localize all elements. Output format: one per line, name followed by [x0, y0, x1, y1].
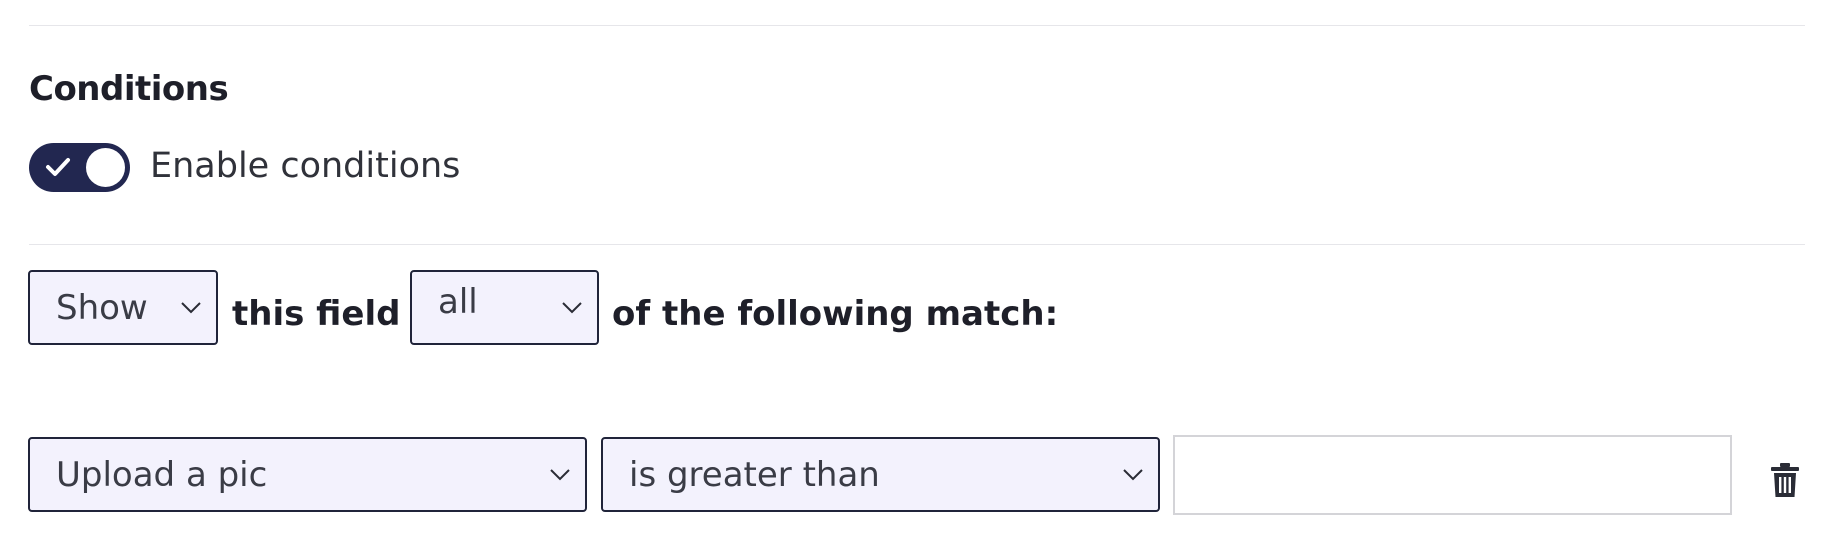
following-match-text: of the following match:: [612, 294, 1059, 334]
enable-conditions-label[interactable]: Enable conditions: [150, 142, 460, 190]
condition-operator-select[interactable]: is greater than: [601, 437, 1160, 512]
chevron-down-icon: [1123, 468, 1143, 480]
conditions-heading: Conditions: [29, 69, 229, 109]
trash-icon[interactable]: [1770, 462, 1800, 498]
action-select[interactable]: Show: [28, 270, 218, 345]
this-field-if-text: this field if: [232, 294, 439, 334]
top-divider: [29, 25, 1805, 26]
condition-field-select-value: Upload a pic: [56, 454, 268, 495]
match-type-select[interactable]: all: [410, 270, 599, 345]
chevron-down-icon: [550, 468, 570, 480]
match-type-select-value: all: [438, 281, 478, 322]
condition-operator-select-value: is greater than: [629, 454, 880, 495]
action-select-value: Show: [56, 287, 148, 328]
enable-conditions-toggle[interactable]: [29, 143, 130, 192]
condition-value-input[interactable]: [1173, 435, 1732, 515]
checkmark-icon: [46, 158, 70, 176]
chevron-down-icon: [181, 301, 201, 313]
toggle-knob: [86, 148, 125, 187]
section-divider: [29, 244, 1805, 245]
chevron-down-icon: [562, 301, 582, 313]
condition-field-select[interactable]: Upload a pic: [28, 437, 587, 512]
